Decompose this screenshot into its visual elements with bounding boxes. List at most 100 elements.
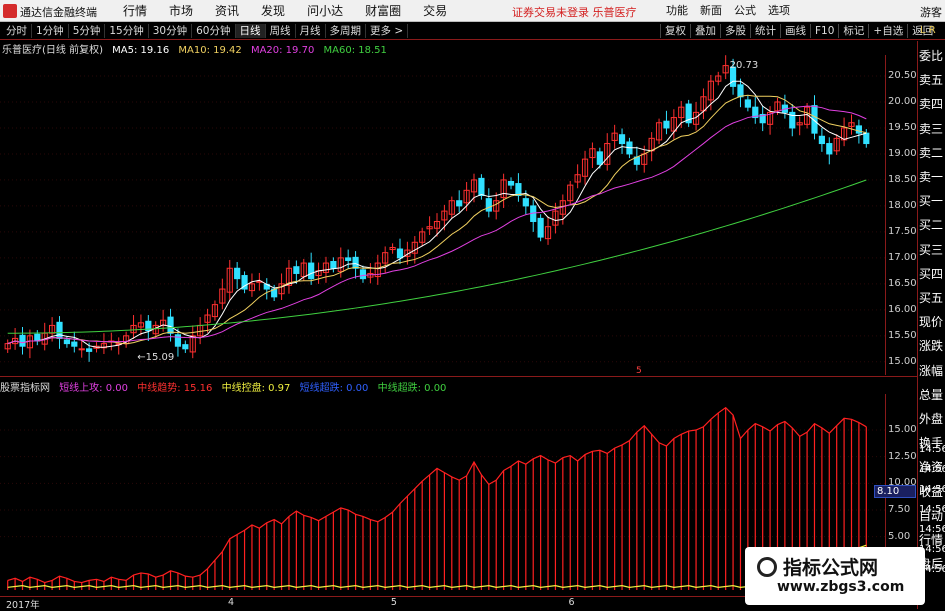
- indicator-mid-control: 中线控盘: 0.97: [221, 383, 291, 394]
- candle-68: [507, 177, 515, 190]
- period-tab-8[interactable]: 月线: [296, 24, 326, 38]
- menu-trade[interactable]: 交易: [412, 3, 458, 19]
- menu-options[interactable]: 选项: [762, 3, 796, 19]
- menu-market[interactable]: 市场: [158, 3, 204, 19]
- candlestick-chart[interactable]: 20.73 ←15.09 5: [0, 55, 885, 375]
- candle-112: [833, 134, 840, 155]
- candle-51: [382, 246, 389, 274]
- date-tick-3: 6: [568, 597, 575, 608]
- date-tick-2: 5: [390, 597, 397, 608]
- menu-ask[interactable]: 问小达: [296, 3, 354, 19]
- period-tab-7[interactable]: 周线: [266, 24, 296, 38]
- side-item-0[interactable]: 委比: [919, 47, 945, 65]
- side-item-4[interactable]: 卖二: [919, 144, 945, 162]
- period-tab-9[interactable]: 多周期: [326, 24, 366, 38]
- menu-newface[interactable]: 新面: [694, 3, 728, 19]
- ma-legend: 乐普医疗(日线 前复权) MA5: 19.16 MA10: 19.42 MA20…: [0, 41, 915, 56]
- date-tick-1: 4: [228, 597, 235, 608]
- main-menu: 行情 市场 资讯 发现 问小达 财富圈 交易: [112, 3, 458, 19]
- side-item-7[interactable]: 买二: [919, 216, 945, 234]
- candle-body-46: [345, 257, 352, 261]
- high-price-label: 20.73: [730, 60, 759, 71]
- candle-88: [655, 118, 663, 145]
- period-tab-10[interactable]: 更多 >: [366, 24, 409, 38]
- candle-30: [226, 259, 233, 301]
- watermark-title: 指标公式网: [783, 557, 879, 579]
- candle-50: [374, 254, 381, 285]
- side-item-14[interactable]: 总量: [919, 386, 945, 404]
- period-tab-4[interactable]: 30分钟: [149, 24, 193, 38]
- side-item-5[interactable]: 卖一: [919, 168, 945, 186]
- side-item-3[interactable]: 卖三: [919, 120, 945, 138]
- low-price-label: ←15.09: [137, 352, 174, 363]
- menu-function[interactable]: 功能: [660, 3, 694, 19]
- sub-tick-0: 15.00: [888, 424, 917, 435]
- side-item-9[interactable]: 买四: [919, 265, 945, 283]
- price-axis: 20.50 20.00 19.50 19.00 18.50 18.00 17.50 17.00…: [885, 55, 917, 375]
- period-tabs: 分时 1分钟 5分钟 15分钟 30分钟 60分钟 日线 周线 月线 多周期 更多 >: [2, 24, 409, 38]
- app-logo-icon: [3, 4, 17, 18]
- side-time-3: 14:56: [919, 504, 945, 515]
- menu-discover[interactable]: 发现: [250, 3, 296, 19]
- candle-body-70: [522, 198, 529, 207]
- candle-76: [567, 180, 574, 205]
- title-right-menu: 功能 新面 公式 选项: [660, 3, 796, 19]
- candle-4: [34, 330, 41, 346]
- guest-label[interactable]: 游客: [920, 4, 942, 20]
- quote-side-panel: L R 委比 卖五 卖四 卖三 卖二 卖一 买一 买二 买三 买四 买五 现价 涨跌 涨幅 总量 外盘 换手 净资收…: [917, 25, 945, 609]
- tool-button-3[interactable]: 统计: [750, 24, 780, 38]
- candle-body-68: [507, 180, 515, 186]
- candle-5: [41, 322, 48, 351]
- candle-102: [759, 106, 766, 132]
- menu-wealth[interactable]: 财富圈: [354, 3, 412, 19]
- side-item-12[interactable]: 涨跌: [919, 337, 945, 355]
- period-toolbar: 分时 1分钟 5分钟 15分钟 30分钟 60分钟 日线 周线 月线 多周期 更多 > 复权 叠加 多股…: [0, 22, 945, 40]
- tool-button-1[interactable]: 叠加: [690, 24, 720, 38]
- candle-72: [537, 214, 544, 242]
- side-item-1[interactable]: 卖五: [919, 71, 945, 89]
- tool-button-5[interactable]: F10: [810, 24, 838, 38]
- period-tab-5[interactable]: 60分钟: [192, 24, 236, 38]
- candle-body-41: [308, 262, 315, 280]
- candle-60: [448, 196, 455, 219]
- tool-button-2[interactable]: 多股: [720, 24, 750, 38]
- price-tick-9: 16.00: [888, 303, 917, 315]
- panel-divider[interactable]: [0, 376, 917, 377]
- menu-quotes[interactable]: 行情: [112, 3, 158, 19]
- period-tab-2[interactable]: 5分钟: [69, 24, 106, 38]
- candle-15: [115, 337, 122, 355]
- tool-button-6[interactable]: 标记: [838, 24, 868, 38]
- menu-news[interactable]: 资讯: [204, 3, 250, 19]
- side-item-2[interactable]: 卖四: [919, 95, 945, 113]
- tool-button-7[interactable]: +自选: [868, 24, 907, 38]
- candle-33: [248, 273, 256, 297]
- side-item-11[interactable]: 现价: [919, 313, 945, 331]
- candle-body-31: [234, 267, 241, 280]
- side-time-1: 14:56: [919, 464, 945, 475]
- candle-24: [182, 340, 189, 353]
- side-item-10[interactable]: 买五: [919, 289, 945, 307]
- side-item-13[interactable]: 涨幅: [919, 362, 945, 380]
- menu-formula[interactable]: 公式: [728, 3, 762, 19]
- sub-tick-1: 12.50: [888, 450, 917, 462]
- candle-body-44: [330, 261, 337, 269]
- candle-38: [285, 259, 293, 294]
- login-notice[interactable]: 证券交易未登录 乐普医疗: [512, 4, 637, 20]
- period-tab-0[interactable]: 分时: [2, 24, 32, 38]
- side-item-6[interactable]: 买一: [919, 192, 945, 210]
- tool-button-0[interactable]: 复权: [660, 24, 690, 38]
- candle-body-115: [855, 125, 862, 134]
- period-tab-3[interactable]: 15分钟: [105, 24, 149, 38]
- period-tab-6[interactable]: 日线: [235, 24, 266, 38]
- tool-button-4[interactable]: 画线: [780, 24, 810, 38]
- side-item-15[interactable]: 外盘: [919, 410, 945, 428]
- candle-78: [581, 150, 589, 185]
- price-tick-1: 20.00: [888, 95, 917, 107]
- side-item-8[interactable]: 买三: [919, 241, 945, 259]
- indicator-mid-oversold: 中线超跌: 0.00: [377, 383, 447, 394]
- candle-91: [678, 100, 685, 128]
- candle-85: [633, 146, 640, 171]
- candle-61: [456, 190, 463, 213]
- period-tab-1[interactable]: 1分钟: [32, 24, 69, 38]
- candle-body-116: [863, 132, 870, 145]
